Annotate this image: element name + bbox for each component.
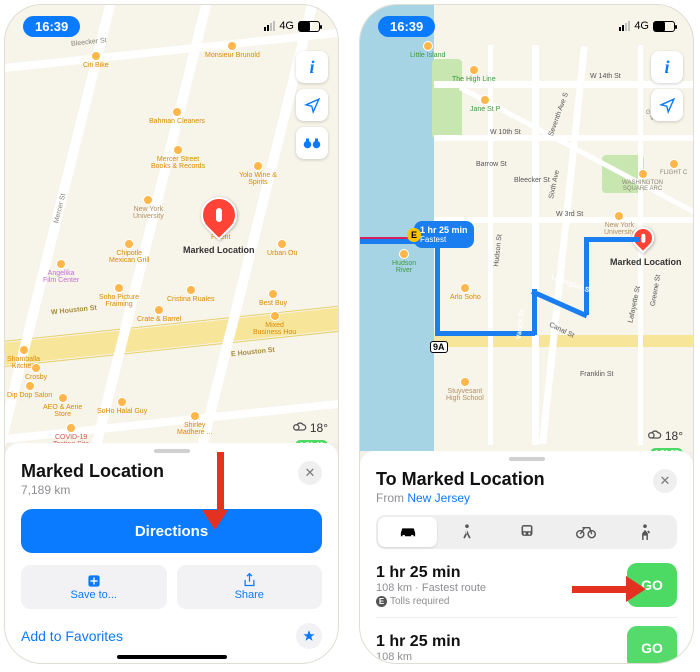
sheet-title: To Marked Location xyxy=(376,469,545,490)
street-greene: Greene St xyxy=(650,274,662,307)
sheet-title: Marked Location xyxy=(21,461,164,482)
close-button[interactable]: ✕ xyxy=(298,461,322,485)
route-option-2[interactable]: 1 hr 25 min 108 km GO xyxy=(376,626,677,664)
street-w14: W 14th St xyxy=(590,73,621,80)
street-e-houston: E Houston St xyxy=(231,347,275,359)
poi-hudson-river: Hudson River xyxy=(392,249,416,274)
poi-flight: FLIGHT C xyxy=(660,159,687,176)
mode-drive[interactable] xyxy=(378,517,437,547)
map-pin[interactable] xyxy=(194,190,245,241)
map-info-button[interactable]: i xyxy=(651,51,683,83)
street-barrow: Barrow St xyxy=(476,161,507,168)
mode-transit[interactable] xyxy=(497,517,556,547)
mode-cycle[interactable] xyxy=(556,517,615,547)
weather-widget[interactable]: 18° xyxy=(291,421,328,435)
poi-stuyvesant: Stuyvesant High School xyxy=(446,377,484,402)
street-sixth: Sixth Ave xyxy=(548,170,561,200)
from-location-link[interactable]: New Jersey xyxy=(407,491,470,505)
weather-widget[interactable]: 18° xyxy=(646,429,683,443)
street-hudson: Hudson St xyxy=(493,234,503,267)
add-to-favorites-link[interactable]: Add to Favorites xyxy=(21,628,123,644)
poi-bahman: Bahman Cleaners xyxy=(149,107,205,125)
poi-shirley: Shirley Madhere ... xyxy=(177,411,212,436)
network-label: 4G xyxy=(279,20,294,32)
map-pin-label: Marked Location xyxy=(610,257,682,267)
go-button[interactable]: GO xyxy=(627,563,677,607)
battery-icon xyxy=(653,21,675,32)
street-w3: W 3rd St xyxy=(556,211,583,218)
map-canvas[interactable]: W Houston St E Houston St Bleecker St Me… xyxy=(5,5,338,443)
status-time: 16:39 xyxy=(23,16,80,37)
cellular-icon xyxy=(619,21,630,31)
poi-wsq-arch: WASHINGTON SQUARE ARC xyxy=(622,169,663,192)
map-locate-button[interactable] xyxy=(651,89,683,121)
exit-badge: 9A xyxy=(430,341,448,353)
poi-highline: The High Line xyxy=(452,65,496,83)
detail-sheet[interactable]: Marked Location 7,189 km ✕ Directions Sa… xyxy=(5,443,338,663)
poi-halal: SoHo Halal Guy xyxy=(97,397,147,415)
status-time: 16:39 xyxy=(378,16,435,37)
street-bleecker-r: Bleecker St xyxy=(514,177,550,184)
go-button[interactable]: GO xyxy=(627,626,677,664)
poi-bestbuy: Best Buy xyxy=(259,289,287,307)
poi-citibike: Citi Bike xyxy=(83,51,109,69)
poi-little-island: Little Island xyxy=(410,41,445,59)
route-info: 108 km · Fastest route xyxy=(376,582,486,594)
route-time: 1 hr 25 min xyxy=(376,633,460,651)
street-w10: W 10th St xyxy=(490,129,521,136)
poi-nyu: New York University xyxy=(133,195,164,220)
phone-right: 16:39 4G E 1 hr 25 min Faste xyxy=(359,4,694,664)
favorite-star-button[interactable] xyxy=(296,623,322,649)
home-indicator xyxy=(117,655,227,659)
route-time: 1 hr 25 min xyxy=(376,564,486,582)
street-franklin: Franklin St xyxy=(580,371,613,378)
cellular-icon xyxy=(264,21,275,31)
share-button[interactable]: Share xyxy=(177,565,323,609)
poi-cristina: Cristina Ruales xyxy=(167,285,214,303)
map-locate-button[interactable] xyxy=(296,89,328,121)
street-w-houston: W Houston St xyxy=(51,305,97,317)
route-option-1[interactable]: 1 hr 25 min 108 km · Fastest route EToll… xyxy=(376,563,677,618)
save-to-button[interactable]: Save to... xyxy=(21,565,167,609)
route-info: 108 km xyxy=(376,651,460,663)
directions-button[interactable]: Directions xyxy=(21,509,322,553)
poi-arlo: Arlo Soho xyxy=(450,283,481,301)
sheet-distance: 7,189 km xyxy=(21,483,164,497)
status-bar: 16:39 4G xyxy=(5,13,338,39)
poi-yolo: Yolo Wine & Spirits xyxy=(239,161,277,186)
plus-icon xyxy=(87,574,101,588)
poi-urbanout: Urban Ou xyxy=(267,239,297,257)
battery-icon xyxy=(298,21,320,32)
phone-left: 16:39 4G W Houston St E Houston St Bleec… xyxy=(4,4,339,664)
poi-aeo: AEO & Aerie Store xyxy=(43,393,82,418)
poi-chipotle: Chipotle Mexican Grill xyxy=(109,239,149,264)
sheet-grabber[interactable] xyxy=(509,457,545,461)
map-pin-label: Marked Location xyxy=(183,245,255,255)
share-icon xyxy=(243,573,256,588)
route-tolls: ETolls required xyxy=(376,596,486,607)
poi-crosby: Crosby xyxy=(25,363,47,381)
poi-soho-framing: Soho Picture Fraiming xyxy=(99,283,139,308)
route-time-pill[interactable]: E 1 hr 25 min Fastest xyxy=(414,221,474,248)
mode-walk[interactable] xyxy=(437,517,496,547)
network-label: 4G xyxy=(634,20,649,32)
close-button[interactable]: ✕ xyxy=(653,469,677,493)
poi-mixed: Mixed Business Hou xyxy=(253,311,296,336)
directions-sheet[interactable]: To Marked Location From New Jersey ✕ 1 h… xyxy=(360,451,693,663)
mode-rideshare[interactable] xyxy=(616,517,675,547)
poi-crate: Crate & Barrel xyxy=(137,305,181,323)
poi-mercer-books: Mercer Street Books & Records xyxy=(151,145,205,170)
street-seventh: Seventh Ave S xyxy=(548,92,570,137)
map-canvas[interactable]: E 1 hr 25 min Fastest 9A W 14th St W 10t… xyxy=(360,5,693,451)
sheet-grabber[interactable] xyxy=(154,449,190,453)
map-info-button[interactable]: i xyxy=(296,51,328,83)
poi-janestp: Jane St P xyxy=(470,95,500,113)
map-lookaround-button[interactable] xyxy=(296,127,328,159)
poi-nyu-r: New York University xyxy=(604,211,635,236)
poi-angelika: Angelika Film Center xyxy=(43,259,79,284)
status-bar: 16:39 4G xyxy=(360,13,693,39)
transport-mode-segmented[interactable] xyxy=(376,515,677,549)
poi-brunold: Monsieur Brunold xyxy=(205,41,260,59)
